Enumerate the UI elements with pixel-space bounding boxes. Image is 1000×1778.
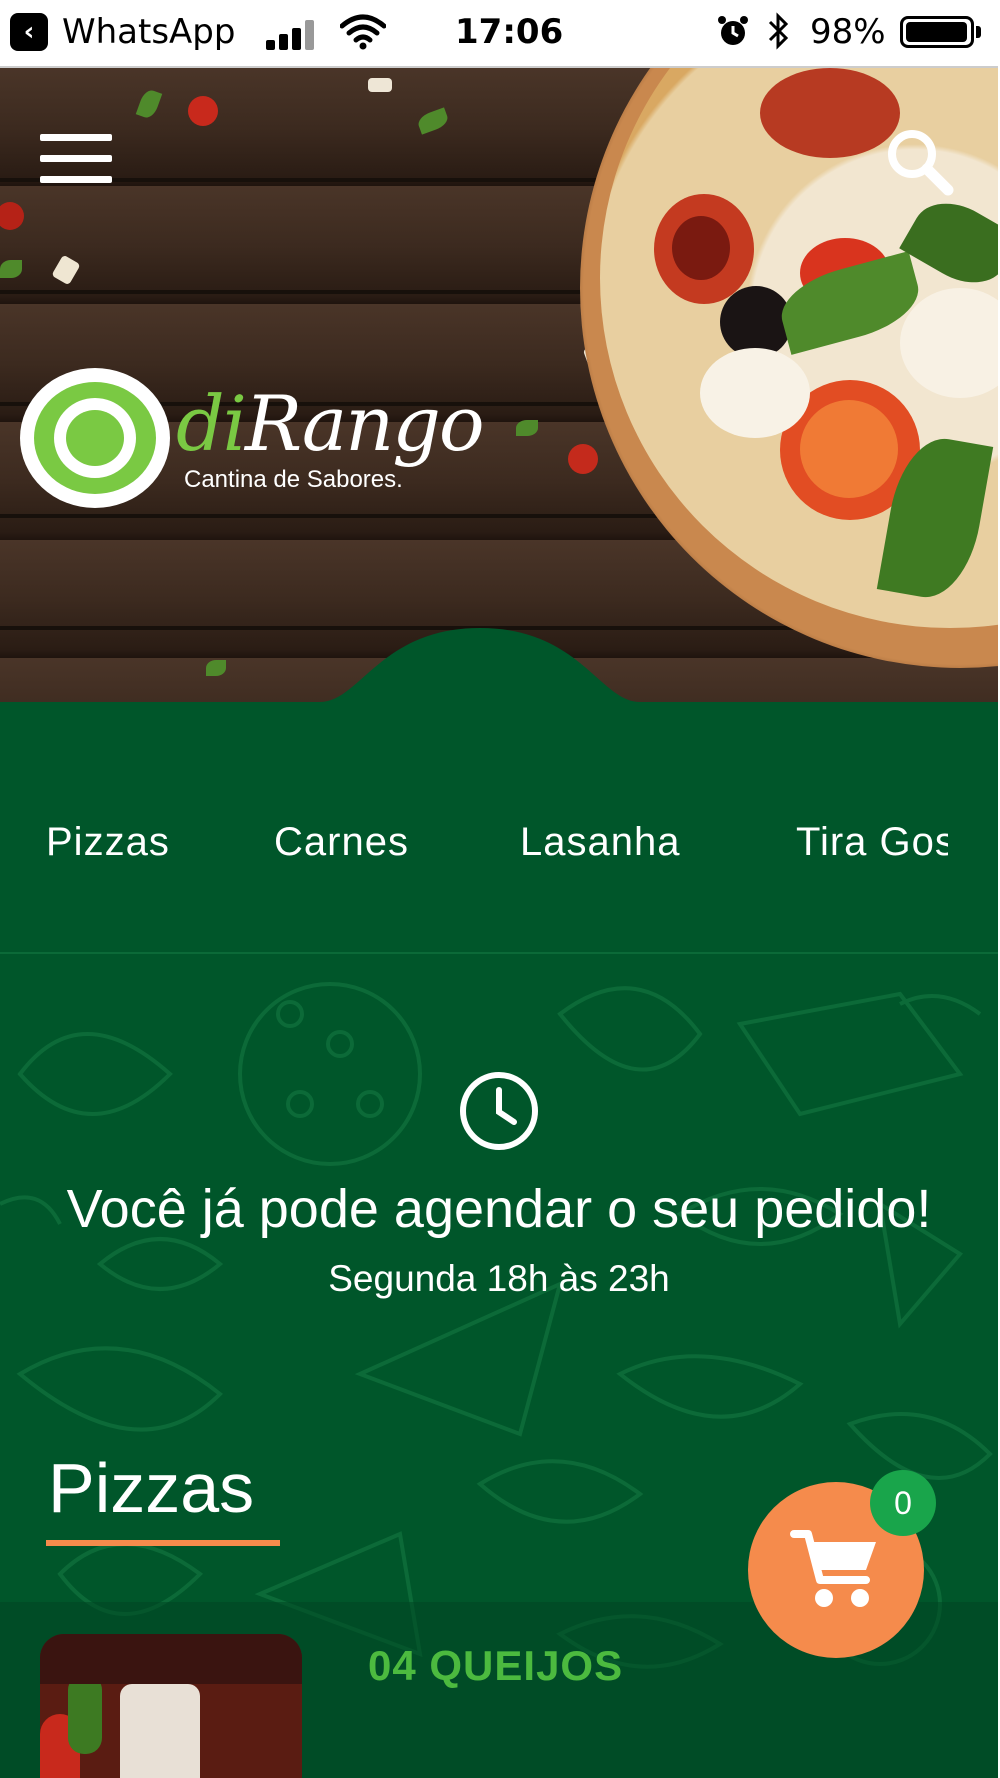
logo-tagline: Cantina de Sabores. (184, 466, 403, 493)
battery-level-fill (906, 22, 967, 42)
dirango-logo: diRango Cantina de Sabores. (20, 368, 485, 538)
tab-lasanha[interactable]: Lasanha (520, 820, 680, 865)
cart-count-badge: 0 (870, 1470, 936, 1536)
back-app-label[interactable]: WhatsApp (62, 12, 235, 52)
schedule-title: Você já pode agendar o seu pedido! (66, 1179, 932, 1239)
clock-time: 17:06 (455, 12, 564, 52)
section-underline (46, 1540, 280, 1546)
tab-carnes[interactable]: Carnes (274, 820, 409, 865)
hero-wave-divider (0, 628, 998, 730)
tab-tira-gos-clip: Tira Gos (796, 810, 948, 880)
search-icon[interactable] (884, 126, 954, 196)
category-tabs: Pizzas Carnes Lasanha Tira Gos (0, 730, 998, 952)
cellular-signal-icon (266, 20, 318, 50)
section-title-pizzas: Pizzas (48, 1449, 255, 1527)
status-bar: ‹ WhatsApp 17:06 98% (0, 0, 998, 68)
app-screen: ‹ WhatsApp 17:06 98% diRango Cantina de … (0, 0, 1000, 1778)
bluetooth-icon (768, 12, 789, 50)
hamburger-menu-icon[interactable] (40, 134, 112, 184)
wifi-icon (340, 14, 386, 50)
logo-wordmark: diRango (176, 379, 485, 468)
schedule-hours: Segunda 18h às 23h (328, 1258, 670, 1299)
product-name[interactable]: 04 QUEIJOS (368, 1642, 623, 1690)
battery-nub (976, 26, 981, 38)
battery-percentage: 98% (810, 12, 886, 52)
alarm-icon (718, 16, 748, 45)
back-to-app-icon[interactable]: ‹ (10, 13, 48, 51)
tab-pizzas[interactable]: Pizzas (46, 820, 170, 865)
tab-tira-gos[interactable]: Tira Gos (796, 820, 948, 865)
battery-icon (900, 16, 974, 48)
shopping-cart-icon (790, 1530, 876, 1607)
hero-banner: diRango Cantina de Sabores. (0, 68, 998, 730)
clock-icon (460, 1072, 538, 1150)
product-image[interactable] (40, 1634, 302, 1778)
